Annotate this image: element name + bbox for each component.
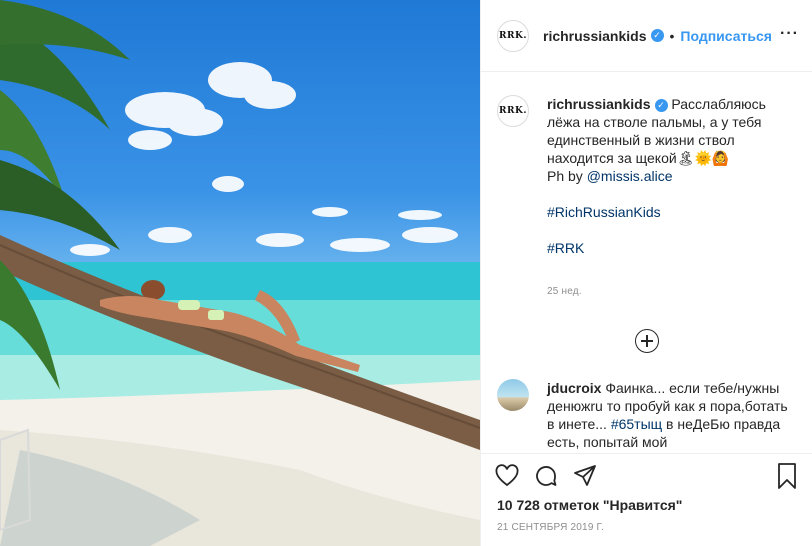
comment-avatar[interactable] bbox=[497, 379, 529, 411]
post-date[interactable]: 21 СЕНТЯБРЯ 2019 Г. bbox=[497, 522, 604, 533]
avatar-text: RRK. bbox=[499, 30, 527, 41]
heart-icon[interactable] bbox=[495, 463, 519, 491]
caption-body: richrussiankids ✓ Расслабляюсь лёжа на ст… bbox=[547, 95, 792, 301]
mention-link[interactable]: @missis.alice bbox=[587, 168, 673, 184]
post-caption: RRK. richrussiankids ✓ Расслабляюсь лёжа … bbox=[497, 95, 797, 301]
share-icon[interactable] bbox=[573, 464, 597, 491]
account-avatar[interactable]: RRK. bbox=[497, 19, 529, 52]
comment-username[interactable]: jducroix bbox=[547, 380, 601, 396]
follow-button[interactable]: Подписаться bbox=[680, 28, 772, 44]
bookmark-icon[interactable] bbox=[775, 462, 799, 493]
comment-icon[interactable] bbox=[534, 464, 558, 491]
comment-body: jducroix Фаинка... если тебе/нужны денюж… bbox=[547, 379, 792, 451]
caption-username[interactable]: richrussiankids bbox=[547, 96, 651, 112]
more-options-icon[interactable]: ··· bbox=[780, 26, 799, 42]
caption-time[interactable]: 25 нед. bbox=[547, 283, 792, 301]
verified-badge-icon: ✓ bbox=[654, 99, 668, 112]
post-side-panel: RRK. richrussiankids ✓ • Подписаться ···… bbox=[480, 0, 812, 546]
caption-avatar[interactable]: RRK. bbox=[497, 95, 529, 127]
account-username[interactable]: richrussiankids bbox=[543, 28, 647, 44]
hashtag-link[interactable]: #65тыщ bbox=[611, 416, 662, 432]
header-separator: • bbox=[669, 27, 675, 44]
comments-section[interactable]: RRK. richrussiankids ✓ Расслабляюсь лёжа … bbox=[481, 73, 812, 453]
comment-item: jducroix Фаинка... если тебе/нужны денюж… bbox=[497, 379, 797, 451]
photo-illustration bbox=[0, 0, 480, 546]
caption-credit-prefix: Ph by bbox=[547, 168, 587, 184]
verified-badge-icon: ✓ bbox=[650, 29, 664, 42]
post-header: RRK. richrussiankids ✓ • Подписаться ··· bbox=[481, 0, 812, 72]
post-photo[interactable] bbox=[0, 0, 480, 546]
hashtag-link[interactable]: #RRK bbox=[547, 240, 584, 256]
plus-circle-icon[interactable] bbox=[635, 329, 659, 353]
avatar-text: RRK. bbox=[499, 106, 527, 116]
hashtag-link[interactable]: #RichRussianKids bbox=[547, 204, 661, 220]
post-actions: 10 728 отметок "Нравится" 21 СЕНТЯБРЯ 20… bbox=[481, 453, 812, 546]
likes-count[interactable]: 10 728 отметок "Нравится" bbox=[497, 497, 682, 513]
